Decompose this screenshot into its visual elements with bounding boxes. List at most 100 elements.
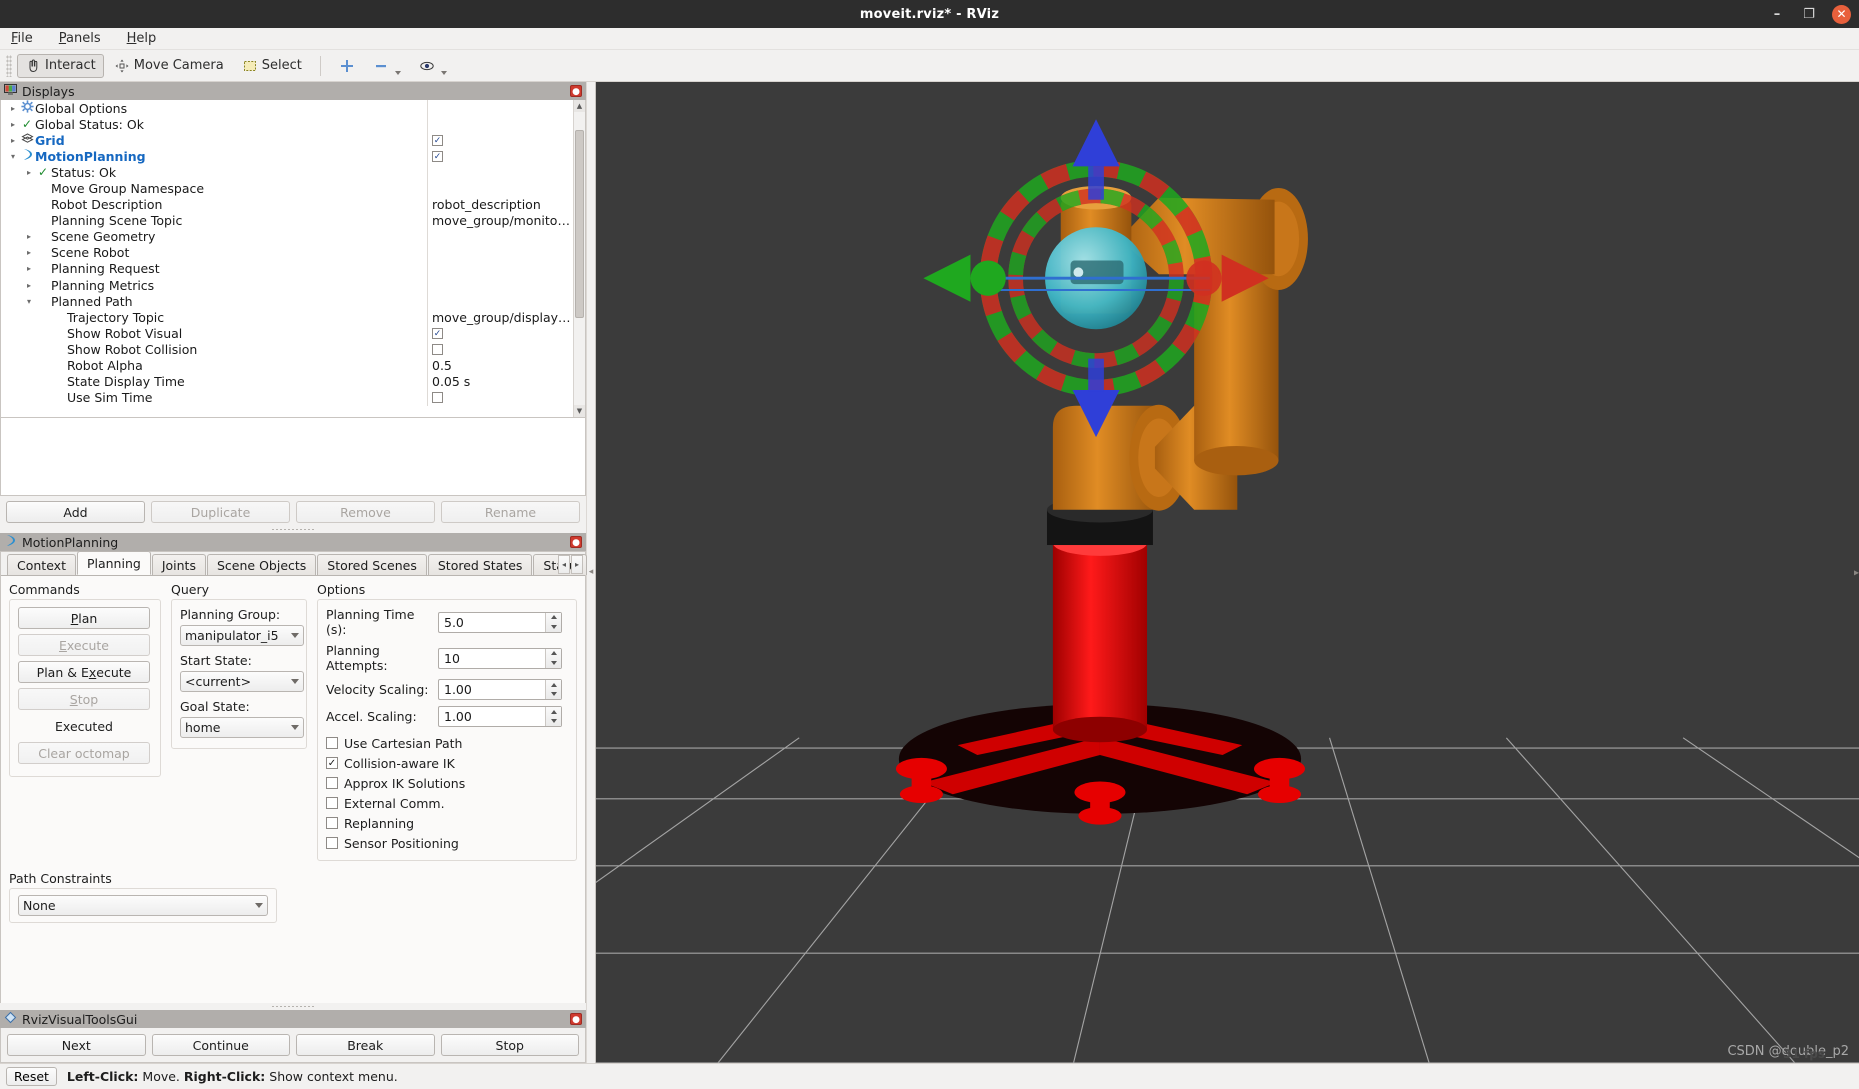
chevron-right-icon[interactable] (7, 104, 19, 113)
chevron-right-icon[interactable] (23, 168, 35, 177)
start-state-select[interactable]: <current> (180, 671, 304, 692)
display-row-value-cell[interactable]: ✓ (427, 132, 573, 149)
close-button[interactable]: ✕ (1832, 4, 1851, 24)
tab-context[interactable]: Context (7, 554, 76, 575)
plan-and-execute-button[interactable]: Plan & Ex ecute (18, 661, 150, 683)
display-tree-row[interactable]: Show Robot Collision (1, 341, 573, 358)
spin-down-icon[interactable] (546, 658, 561, 668)
measure-tool-button[interactable] (365, 54, 409, 78)
planning-time-s-spinbox[interactable]: 5.0 (438, 611, 562, 633)
velocity-scaling-value[interactable]: 1.00 (439, 680, 545, 699)
display-row-value-cell[interactable] (427, 244, 573, 261)
display-row-value-cell[interactable] (427, 293, 573, 310)
collision-aware-ik-checkbox[interactable]: ✓ (326, 757, 338, 769)
accel-scaling-spinbox[interactable]: 1.00 (438, 706, 562, 727)
display-tree-row[interactable]: Robot Description robot_description (1, 196, 573, 213)
display-tree-row[interactable]: ✓Status: Ok (1, 164, 573, 181)
chevron-down-icon[interactable] (23, 297, 35, 306)
display-tree-row[interactable]: Planning Request (1, 260, 573, 278)
spin-down-icon[interactable] (546, 690, 561, 700)
sensor-positioning-checkbox[interactable] (326, 837, 338, 849)
chevron-right-icon[interactable] (23, 281, 35, 290)
select-tool-button[interactable]: Select (234, 54, 310, 78)
display-row-checkbox[interactable]: ✓ (432, 327, 443, 339)
spin-up-icon[interactable] (546, 680, 561, 690)
display-row-checkbox[interactable] (432, 343, 443, 355)
collision-aware-ik-checkbox-row[interactable]: ✓ Collision-aware IK (326, 753, 568, 773)
velocity-scaling-spinbox[interactable]: 1.00 (438, 679, 562, 700)
chevron-right-icon[interactable] (23, 248, 35, 257)
display-tree-row[interactable]: Move Group Namespace (1, 180, 573, 197)
display-tree-row[interactable]: ✓Global Status: Ok (1, 116, 573, 133)
break-button[interactable]: Break (296, 1034, 435, 1056)
display-row-name-cell[interactable]: Global Options (1, 100, 427, 116)
mp-splitter-handle[interactable] (270, 1003, 316, 1010)
chevron-right-icon[interactable] (23, 232, 35, 241)
display-row-value-cell[interactable] (427, 389, 573, 406)
display-row-name-cell[interactable]: State Display Time (1, 374, 427, 390)
display-row-name-cell[interactable]: MotionPlanning (1, 148, 427, 164)
add-display-button[interactable]: Add (6, 501, 145, 523)
scroll-down-icon[interactable]: ▼ (574, 405, 585, 417)
display-row-checkbox[interactable]: ✓ (432, 150, 443, 162)
display-row-value-cell[interactable]: robot_description (427, 196, 573, 213)
reset-button[interactable]: Reset (6, 1067, 57, 1086)
display-row-value-cell[interactable] (427, 100, 573, 117)
display-row-name-cell[interactable]: ✓Global Status: Ok (1, 116, 427, 132)
tab-stored-states[interactable]: Stored States (427, 554, 533, 575)
execute-button[interactable]: Execute (18, 634, 150, 656)
goal-state-select[interactable]: home (180, 717, 304, 738)
duplicate-display-button[interactable]: Duplicate (151, 501, 290, 523)
display-row-checkbox[interactable]: ✓ (432, 134, 443, 146)
use-cartesian-path-checkbox[interactable] (326, 737, 338, 749)
display-row-name-cell[interactable]: Show Robot Collision (1, 341, 427, 357)
display-row-name-cell[interactable]: Planning Request (1, 261, 427, 277)
3d-viewport[interactable]: ▸ CSDN @double_p2 31 fps (595, 82, 1859, 1063)
accel-scaling-value[interactable]: 1.00 (439, 707, 545, 726)
clear-octomap-button[interactable]: Clear octomap (18, 742, 150, 764)
display-row-value-cell[interactable]: move_group/monito… (427, 212, 573, 229)
display-row-name-cell[interactable]: ✓Status: Ok (1, 164, 427, 180)
display-row-value-cell[interactable] (427, 228, 573, 245)
replanning-checkbox-row[interactable]: Replanning (326, 813, 568, 833)
display-row-name-cell[interactable]: Use Sim Time (1, 390, 427, 406)
use-cartesian-path-checkbox-row[interactable]: Use Cartesian Path (326, 733, 568, 753)
tab-planning[interactable]: Planning (76, 551, 151, 575)
vertical-splitter[interactable]: ◂ (586, 82, 595, 1063)
spinbox-buttons[interactable] (545, 707, 561, 726)
approx-ik-solutions-checkbox[interactable] (326, 777, 338, 789)
dock-splitter-handle[interactable] (270, 526, 316, 533)
tab-scroll-right-icon[interactable]: ▸ (571, 555, 583, 574)
right-dock-arrow-icon[interactable]: ▸ (1854, 567, 1859, 578)
display-row-value-cell[interactable]: move_group/display… (427, 309, 573, 326)
displays-scrollbar[interactable]: ▲ ▼ (573, 100, 585, 417)
maximize-button[interactable]: ❐ (1800, 7, 1818, 22)
display-row-name-cell[interactable]: Planning Metrics (1, 277, 427, 293)
display-tree-row[interactable]: Scene Geometry (1, 228, 573, 245)
display-tree-row[interactable]: Planned Path (1, 293, 573, 310)
spin-down-icon[interactable] (546, 622, 561, 632)
tab-joints[interactable]: Joints (151, 554, 206, 575)
display-row-name-cell[interactable]: Robot Description (1, 197, 427, 213)
spin-up-icon[interactable] (546, 613, 561, 623)
display-tree-row[interactable]: Scene Robot (1, 244, 573, 261)
chevron-down-icon[interactable] (394, 70, 401, 75)
display-row-value-cell[interactable] (427, 180, 573, 197)
external-comm-checkbox[interactable] (326, 797, 338, 809)
display-row-name-cell[interactable]: Show Robot Visual (1, 325, 427, 341)
stop-button[interactable]: Stop (440, 1034, 579, 1056)
spin-up-icon[interactable] (546, 649, 561, 659)
planning-group-select[interactable]: manipulator_i5 (180, 625, 304, 646)
external-comm-checkbox-row[interactable]: External Comm. (326, 793, 568, 813)
rename-display-button[interactable]: Rename (441, 501, 580, 523)
chevron-right-icon[interactable] (7, 136, 19, 145)
display-tree-row[interactable]: State Display Time 0.05 s (1, 373, 573, 390)
next-button[interactable]: Next (7, 1034, 146, 1056)
display-tree-row[interactable]: Robot Alpha 0.5 (1, 357, 573, 374)
toolbar-grip[interactable] (6, 54, 12, 77)
display-row-value-cell[interactable]: 0.5 (427, 357, 573, 374)
display-row-value-cell[interactable]: ✓ (427, 325, 573, 342)
display-row-name-cell[interactable]: Scene Robot (1, 245, 427, 261)
spin-up-icon[interactable] (546, 707, 561, 717)
display-row-name-cell[interactable]: Scene Geometry (1, 229, 427, 245)
